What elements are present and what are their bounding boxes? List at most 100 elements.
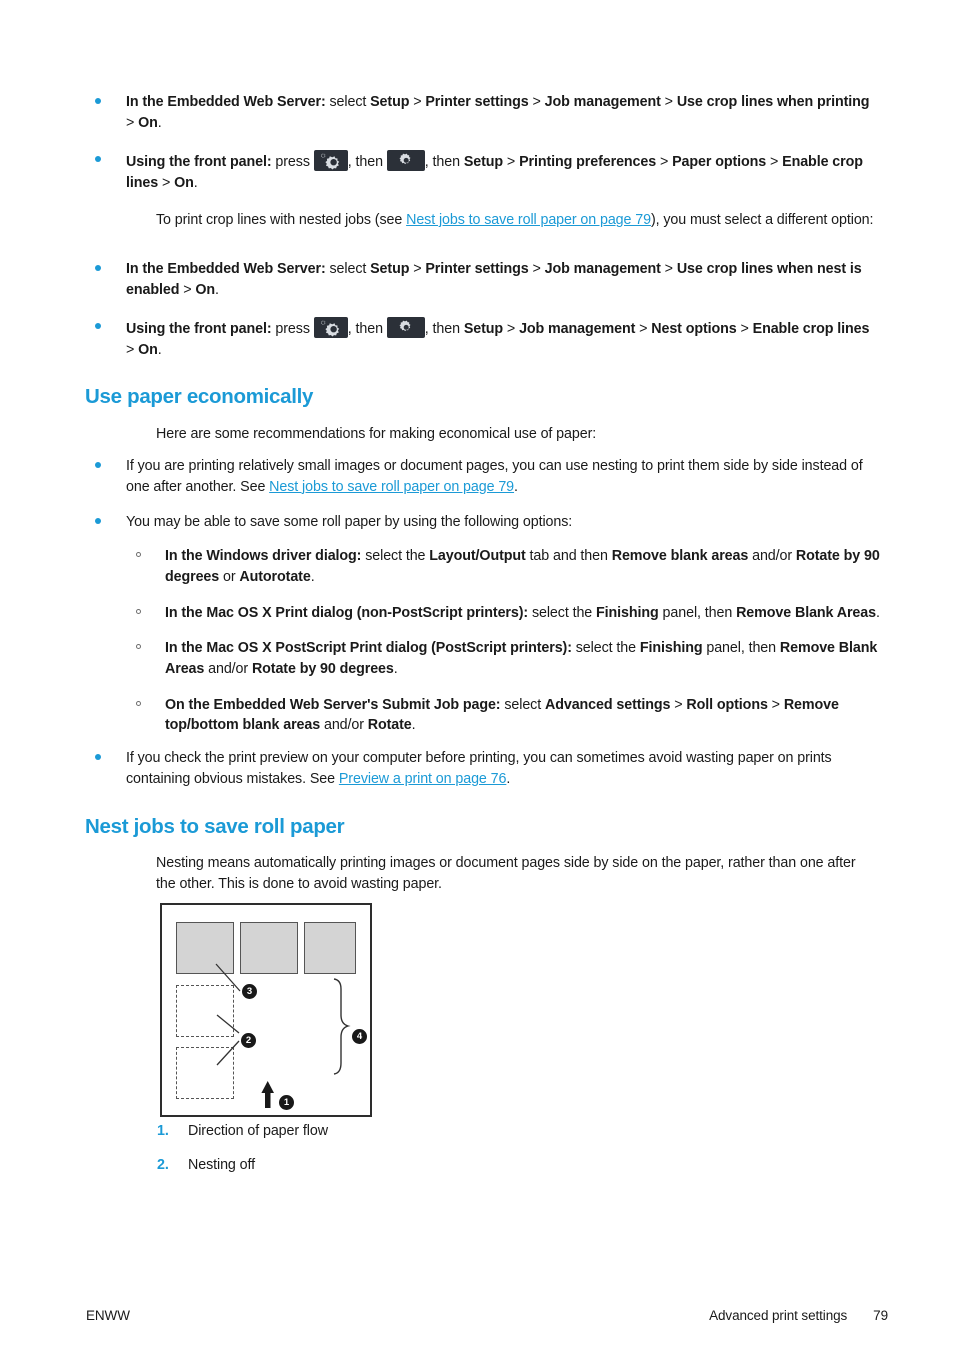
paper-flow-arrow-icon (261, 1081, 274, 1108)
text-run: select (500, 696, 545, 713)
bullet-dot-icon (95, 156, 101, 163)
bullet-dot-icon (95, 518, 101, 525)
printer-settings-key-icon (313, 317, 348, 339)
period: . (514, 478, 518, 495)
separator: > (656, 154, 673, 171)
bullet-list-level-1: If you are printing relatively small ima… (86, 456, 886, 790)
period: . (506, 770, 511, 787)
option-remove-blank-areas: Remove blank areas (611, 548, 749, 565)
ews-submit-job-label: On the Embedded Web Server's Submit Job … (165, 696, 501, 713)
callout-text: Nesting off (188, 1157, 255, 1173)
menu-job-management: Job management (544, 261, 661, 277)
text-run: or (219, 568, 240, 585)
list-item: You may be able to save some roll paper … (86, 512, 886, 736)
text-run: tab and then (525, 548, 612, 565)
list-item: Using the front panel: press , then , th… (86, 317, 876, 360)
link-preview-a-print-76[interactable]: Preview a print on page 76 (339, 771, 507, 787)
menu-enable-crop-lines: Enable crop lines (752, 321, 870, 338)
bullet-dot-icon (95, 323, 101, 330)
option-remove-blank-areas: Remove Blank Areas (736, 604, 876, 621)
menu-nest-options: Nest options (651, 321, 737, 338)
sub-bullet-circle-icon (136, 644, 141, 650)
text-run: press (271, 154, 314, 171)
list-item: On the Embedded Web Server's Submit Job … (126, 695, 886, 736)
bullet-dot-icon (95, 98, 101, 104)
callout-number: 2. (157, 1157, 169, 1173)
period: . (393, 661, 398, 678)
menu-on: On (174, 175, 194, 192)
settings-gear-key-icon (386, 317, 425, 339)
separator: > (409, 94, 426, 110)
use-paper-bullet-list: If you are printing relatively small ima… (86, 456, 886, 807)
front-panel-label: Using the front panel: (126, 321, 272, 338)
footer-locale-code: ENWW (86, 1308, 130, 1323)
list-item: 2. Nesting off (152, 1157, 652, 1173)
separator: > (126, 114, 139, 131)
mac-print-dialog-label: In the Mac OS X Print dialog (non-PostSc… (165, 604, 529, 621)
sub-bullet-circle-icon (136, 700, 141, 706)
menu-on: On (195, 281, 215, 298)
text-run: ), you must select a different option: (650, 212, 874, 228)
separator: > (635, 321, 652, 338)
menu-setup: Setup (463, 321, 504, 338)
text-run: select (325, 94, 371, 110)
text-run: You may be able to save some roll paper … (126, 514, 573, 531)
period: . (411, 717, 416, 734)
bullet-list-level-1: In the Embedded Web Server: select Setup… (86, 259, 876, 361)
numbered-list: 1. Direction of paper flow 2. Nesting of… (152, 1123, 652, 1173)
nest-jobs-intro: Nesting means automatically printing ima… (156, 855, 856, 892)
separator: > (660, 261, 677, 277)
separator: > (736, 321, 753, 338)
leader-lines (215, 963, 351, 1108)
bullet-list-level-2: In the Windows driver dialog: select the… (126, 546, 886, 736)
text-run: and/or (320, 717, 368, 734)
option-advanced-settings: Advanced settings (544, 696, 671, 713)
text-run: select the (361, 548, 430, 565)
menu-on: On (138, 342, 158, 359)
nested-crop-lines-bullet-list: In the Embedded Web Server: select Setup… (86, 259, 876, 378)
separator: > (670, 696, 687, 713)
list-item: In the Mac OS X Print dialog (non-PostSc… (126, 603, 886, 624)
menu-setup: Setup (370, 261, 410, 277)
text-run: panel, then (658, 604, 737, 621)
link-nest-jobs-79[interactable]: Nest jobs to save roll paper on page 79 (406, 212, 651, 228)
text-run: , then (347, 321, 387, 338)
crop-lines-bullet-list: In the Embedded Web Server: select Setup… (86, 92, 876, 208)
callout-badge-1: 1 (279, 1095, 294, 1110)
separator: > (767, 696, 784, 713)
use-paper-intro: Here are some recommendations for making… (156, 426, 597, 442)
list-item: In the Windows driver dialog: select the… (126, 546, 886, 587)
menu-job-management: Job management (519, 321, 636, 338)
list-item: In the Embedded Web Server: select Setup… (86, 259, 876, 300)
period: . (193, 175, 198, 192)
section-heading-use-paper-economically: Use paper economically (85, 385, 314, 408)
mac-postscript-dialog-label: In the Mac OS X PostScript Print dialog … (165, 640, 572, 657)
settings-gear-key-icon (386, 150, 425, 172)
text-run: panel, then (702, 640, 780, 657)
separator: > (503, 321, 520, 338)
separator: > (126, 342, 139, 359)
nested-crop-lines-intro: To print crop lines with nested jobs (se… (156, 210, 876, 231)
menu-printer-settings: Printer settings (425, 94, 529, 110)
menu-setup: Setup (463, 154, 504, 171)
section-heading-nest-jobs: Nest jobs to save roll paper (85, 815, 345, 838)
separator: > (528, 261, 545, 277)
figure-callout-list: 1. Direction of paper flow 2. Nesting of… (152, 1123, 652, 1191)
footer-section-title: Advanced print settings (709, 1308, 848, 1323)
callout-text: Direction of paper flow (188, 1123, 328, 1139)
bullet-dot-icon (95, 265, 101, 271)
text-run: , then (424, 321, 464, 338)
menu-on: On (138, 114, 158, 131)
option-autorotate: Autorotate (239, 568, 311, 585)
text-run: , then (347, 154, 387, 171)
callout-number: 1. (157, 1123, 169, 1139)
menu-job-management: Job management (544, 94, 661, 110)
list-item: Using the front panel: press , then , th… (86, 150, 876, 193)
option-roll-options: Roll options (686, 696, 768, 713)
menu-printing-preferences: Printing preferences (519, 154, 657, 171)
option-finishing: Finishing (596, 604, 659, 621)
link-nest-jobs-79[interactable]: Nest jobs to save roll paper on page 79 (269, 479, 514, 495)
list-item: In the Embedded Web Server: select Setup… (86, 92, 876, 133)
text-run: , then (424, 154, 464, 171)
separator: > (158, 175, 175, 192)
